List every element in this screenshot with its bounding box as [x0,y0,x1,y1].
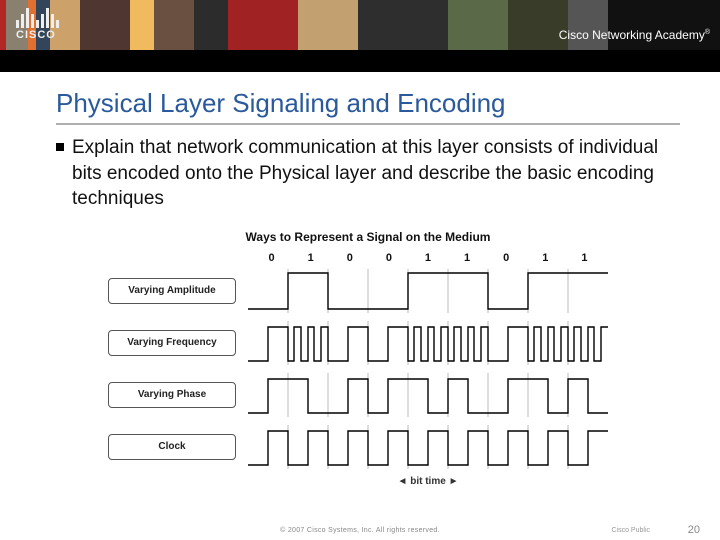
waveform-amplitude [248,269,608,313]
bit-label: 0 [330,252,369,264]
cisco-logo: CISCO [16,6,59,41]
label-clock: Clock [108,434,236,460]
bit-label: 0 [369,252,408,264]
page-number: 20 [688,524,700,536]
header-bar: CISCO Cisco Networking Academy® [0,0,720,72]
cisco-wordmark: CISCO [16,30,59,41]
content-area: Physical Layer Signaling and Encoding Ex… [0,72,720,487]
bullet-item: Explain that network communication at th… [56,135,680,212]
bit-label: 0 [487,252,526,264]
bit-label: 1 [408,252,447,264]
waveform-frequency [248,321,608,365]
arrow-right-icon: ► [449,476,459,487]
axis-label-row: ◄ bit time ► [248,476,608,487]
header-black-band [0,50,720,72]
bit-labels-row: 0 1 0 0 1 1 0 1 1 [248,252,608,264]
bullet-square-icon [56,143,64,151]
slide-title: Physical Layer Signaling and Encoding [56,88,680,125]
trademark-symbol: ® [705,29,710,36]
wave-row-clock: Clock [108,424,628,470]
bit-label: 1 [448,252,487,264]
wave-row-amplitude: Varying Amplitude [108,268,628,314]
bit-label: 0 [252,252,291,264]
label-phase: Varying Phase [108,382,236,408]
label-frequency: Varying Frequency [108,330,236,356]
axis-text: bit time [410,476,446,487]
bit-label: 1 [526,252,565,264]
wave-row-frequency: Varying Frequency [108,320,628,366]
signal-diagram: Ways to Represent a Signal on the Medium… [108,230,628,487]
header-color-strip [0,0,720,50]
waveform-phase [248,373,608,417]
bullet-text: Explain that network communication at th… [72,135,660,212]
footer-right-text: Cisco Public [611,527,650,534]
label-amplitude: Varying Amplitude [108,278,236,304]
arrow-left-icon: ◄ [398,476,408,487]
waveform-clock [248,425,608,469]
networking-academy-text: Cisco Networking Academy® [559,28,710,42]
bit-label: 1 [565,252,604,264]
cisco-bars-icon [16,6,59,28]
slide-container: CISCO Cisco Networking Academy® Physical… [0,0,720,540]
diagram-title: Ways to Represent a Signal on the Medium [108,230,628,244]
academy-label: Cisco Networking Academy [559,28,705,42]
wave-row-phase: Varying Phase [108,372,628,418]
bit-label: 1 [291,252,330,264]
